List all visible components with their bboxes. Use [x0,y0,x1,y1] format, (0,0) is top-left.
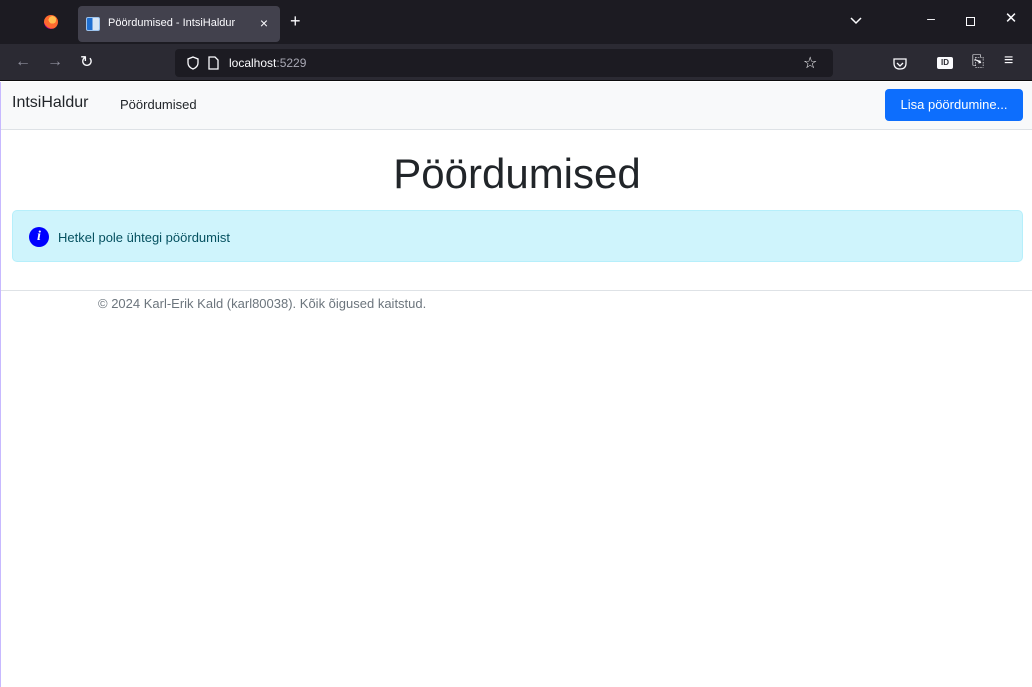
url-port: :5229 [276,56,307,70]
site-navbar: IntsiHaldur Pöördumised Lisa pöördumine.… [1,82,1032,130]
footer-copyright: © 2024 Karl-Erik Kald (karl80038). Kõik … [98,296,427,311]
browser-tab-bar: Pöördumised - IntsiHaldur × + – ✕ [0,0,1032,44]
footer-divider [1,290,1032,291]
url-host: localhost [229,56,277,70]
page-content: IntsiHaldur Pöördumised Lisa pöördumine.… [0,82,1032,687]
star-icon[interactable]: ☆ [803,53,817,73]
nav-link-poordumised[interactable]: Pöördumised [120,97,197,112]
hamburger-menu-icon[interactable]: ≡ [1004,52,1013,70]
tab-title: Pöördumised - IntsiHaldur [108,17,236,29]
new-tab-button[interactable]: + [290,12,301,30]
url-bar[interactable]: localhost:5229 ☆ [175,49,833,77]
browser-tab[interactable]: Pöördumised - IntsiHaldur × [78,6,280,42]
navbar-brand[interactable]: IntsiHaldur [12,94,88,112]
extensions-icon[interactable]: ⎘ [972,53,984,70]
page-favicon-icon [86,17,100,31]
maximize-window-icon[interactable] [966,17,975,26]
pocket-icon[interactable] [893,58,907,70]
shield-icon[interactable] [187,56,199,70]
add-request-button[interactable]: Lisa pöördumine... [885,89,1023,121]
minimize-window-icon[interactable]: – [924,10,938,26]
url-text[interactable]: localhost:5229 [229,56,306,70]
browser-toolbar: ← → ↻ localhost:5229 ☆ ID ⎘ ≡ [0,44,1032,81]
info-alert: i Hetkel pole ühtegi pöördumist [12,210,1023,262]
id-extension-icon[interactable]: ID [937,57,953,69]
firefox-logo-icon[interactable] [44,15,58,29]
page-icon[interactable] [208,56,219,70]
alert-text: Hetkel pole ühtegi pöördumist [58,230,230,245]
info-icon: i [29,227,49,247]
close-window-icon[interactable]: ✕ [1004,11,1018,27]
back-arrow-icon[interactable]: ← [15,53,31,71]
tab-close-icon[interactable]: × [256,14,272,32]
chevron-down-icon[interactable] [848,12,864,28]
reload-icon[interactable]: ↻ [80,52,93,72]
page-title: Pöördumised [393,150,641,197]
forward-arrow-icon[interactable]: → [47,53,63,71]
